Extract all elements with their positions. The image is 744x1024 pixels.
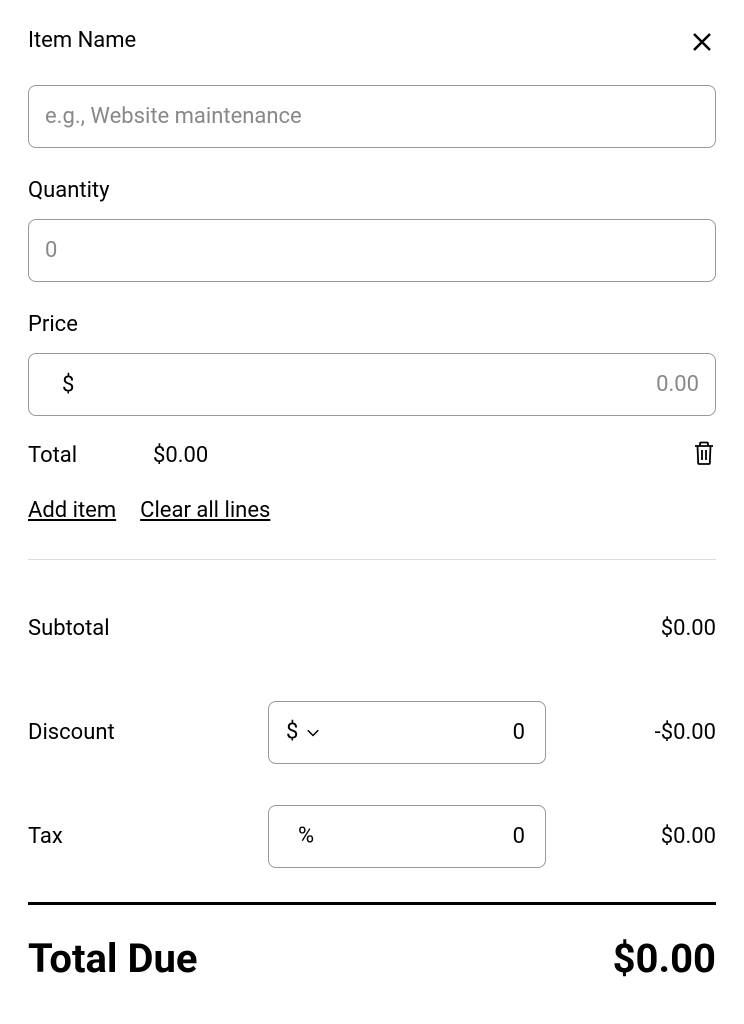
- subtotal-label: Subtotal: [28, 616, 268, 641]
- tax-value: $0.00: [546, 824, 716, 849]
- price-label: Price: [28, 312, 716, 337]
- subtotal-value: $0.00: [268, 616, 716, 641]
- item-name-label: Item Name: [28, 28, 136, 53]
- line-total-value: $0.00: [153, 443, 692, 468]
- divider: [28, 559, 716, 560]
- price-currency-prefix: $: [62, 372, 74, 397]
- total-due-value: $0.00: [613, 935, 716, 982]
- item-name-input[interactable]: [28, 85, 716, 148]
- trash-icon: [692, 440, 716, 466]
- price-input[interactable]: [28, 353, 716, 416]
- discount-value: -$0.00: [546, 720, 716, 745]
- close-button[interactable]: [688, 28, 716, 60]
- add-item-link[interactable]: Add item: [28, 498, 116, 523]
- tax-unit-label: %: [298, 824, 314, 849]
- tax-label: Tax: [28, 824, 268, 849]
- close-icon: [690, 30, 714, 54]
- quantity-input[interactable]: [28, 219, 716, 282]
- total-due-label: Total Due: [28, 935, 197, 982]
- discount-label: Discount: [28, 720, 268, 745]
- chevron-down-icon: [304, 723, 322, 741]
- clear-all-link[interactable]: Clear all lines: [140, 498, 270, 523]
- discount-unit-select[interactable]: $: [286, 720, 322, 745]
- delete-line-button[interactable]: [692, 440, 716, 470]
- discount-unit-value: $: [286, 720, 298, 745]
- line-total-label: Total: [28, 443, 153, 468]
- total-divider: [28, 902, 716, 905]
- quantity-label: Quantity: [28, 178, 716, 203]
